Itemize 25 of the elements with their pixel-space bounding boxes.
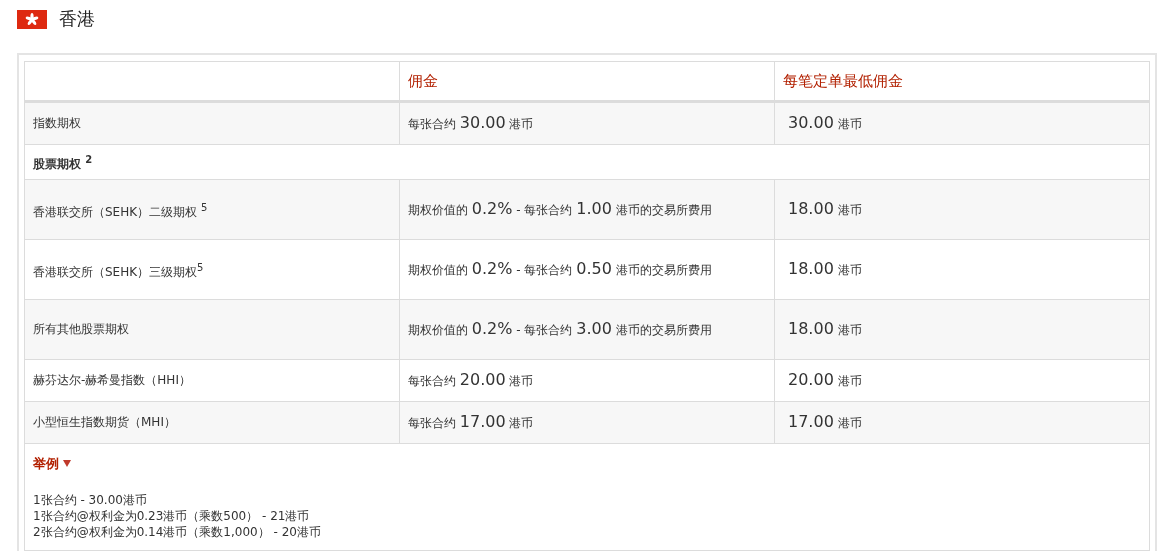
minimum-cell: 20.00 港币	[774, 359, 1150, 402]
minimum-cell: 18.00 港币	[774, 239, 1150, 300]
flag-icon	[17, 9, 47, 29]
commission-cell: 期权价值的 0.2% - 每张合约 3.00 港币的交易所费用	[399, 299, 775, 360]
example-line: 1张合约@权利金为0.23港币（乘数500） - 21港币	[33, 508, 310, 524]
commission-cell: 期权价值的 0.2% - 每张合约 1.00 港币的交易所费用	[399, 179, 775, 240]
commission-cell: 每张合约 20.00 港币	[399, 359, 775, 402]
minimum-cell: 18.00 港币	[774, 299, 1150, 360]
example-line: 2张合约@权利金为0.14港币（乘数1,000） - 20港币	[33, 524, 321, 540]
row-label: 香港联交所（SEHK）二级期权 $^{5}$	[24, 179, 400, 240]
row-label: 所有其他股票期权	[24, 299, 400, 360]
section-heading: 股票期权 $^{2}$	[24, 144, 1150, 180]
region-title: 香港	[59, 7, 95, 31]
minimum-cell: 18.00 港币	[774, 179, 1150, 240]
row-label: 指数期权	[24, 101, 400, 145]
commission-cell: 每张合约 30.00 港币	[399, 101, 775, 145]
example-line: 1张合约 - 30.00港币	[33, 492, 147, 508]
row-label: 香港联交所（SEHK）三级期权$^{5}$	[24, 239, 400, 300]
row-label: 赫芬达尔-赫希曼指数（HHI）	[24, 359, 400, 402]
row-label: 小型恒生指数期货（MHI）	[24, 401, 400, 444]
minimum-cell: 30.00 港币	[774, 101, 1150, 145]
examples-toggle[interactable]: 举例	[33, 454, 71, 473]
commission-cell: 每张合约 17.00 港币	[399, 401, 775, 444]
commission-cell: 期权价值的 0.2% - 每张合约 0.50 港币的交易所费用	[399, 239, 775, 300]
minimum-cell: 17.00 港币	[774, 401, 1150, 444]
